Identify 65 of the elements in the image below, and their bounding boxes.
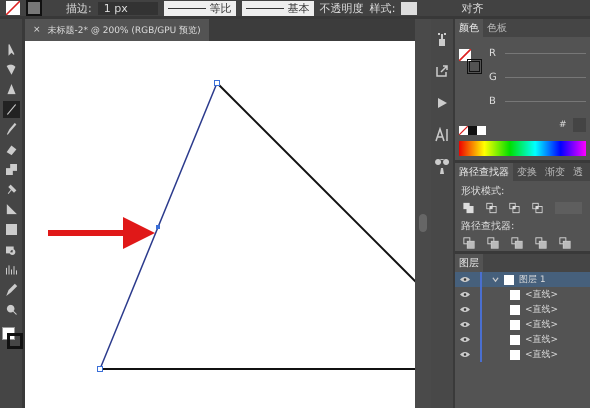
panel-tab[interactable]: 图层 xyxy=(455,254,483,272)
close-icon[interactable]: × xyxy=(33,25,41,35)
fill-swatch[interactable] xyxy=(6,1,20,15)
layer-name: <直线> xyxy=(525,304,558,316)
channel-label: G xyxy=(489,72,498,82)
eye-icon[interactable] xyxy=(460,276,470,283)
tool-icon[interactable] xyxy=(2,101,20,118)
layer-name: <直线> xyxy=(525,348,558,361)
eye-icon[interactable] xyxy=(460,306,470,313)
stroke-swatch[interactable] xyxy=(26,0,42,16)
fill-stroke-icon[interactable] xyxy=(459,49,481,75)
layer-row[interactable]: <直线> xyxy=(455,287,590,302)
eye-icon[interactable] xyxy=(460,351,470,358)
shape-mode-icon[interactable] xyxy=(532,202,543,214)
layer-row[interactable]: <直线> xyxy=(455,332,590,347)
style-swatch[interactable] xyxy=(401,2,418,14)
stroke-label: 描边: xyxy=(66,0,92,16)
midpoint-marker xyxy=(156,225,160,229)
align-label[interactable]: 对齐 xyxy=(461,0,484,16)
vertical-scrollbar[interactable] xyxy=(415,19,431,408)
layer-row[interactable]: 图层 1 xyxy=(455,272,590,287)
character-icon[interactable] xyxy=(434,127,450,143)
shape-modes-label: 形状模式: xyxy=(460,184,506,199)
stroke-weight-field[interactable]: 1 px xyxy=(98,2,158,14)
panel-tab[interactable]: 变换 xyxy=(513,163,541,181)
fill-stroke-icon[interactable] xyxy=(2,327,20,347)
color-swatches[interactable] xyxy=(459,126,489,135)
layer-row[interactable]: <直线> xyxy=(455,347,590,362)
brush-dropdown[interactable]: 基本 xyxy=(242,0,314,16)
layer-name: 图层 1 xyxy=(519,274,546,286)
document-tab[interactable]: × 未标题-2* @ 200% (RGB/GPU 预览) xyxy=(25,19,209,41)
disclosure-icon[interactable] xyxy=(492,276,499,283)
pathfinder-icon[interactable] xyxy=(463,237,475,249)
panel-tab[interactable]: 渐变 xyxy=(541,163,569,181)
shape-mode-icon[interactable] xyxy=(508,202,520,214)
eye-icon[interactable] xyxy=(460,291,470,298)
shape-mode-icon[interactable] xyxy=(486,202,497,214)
anchor-point[interactable] xyxy=(214,80,220,86)
pathfinder-icon[interactable] xyxy=(511,237,523,249)
layer-name: <直线> xyxy=(525,318,558,331)
pathfinder-icon[interactable] xyxy=(487,237,499,249)
panel-tab[interactable]: 颜色 xyxy=(455,19,483,37)
pathfinders-label: 路径查找器: xyxy=(460,220,516,234)
eye-icon[interactable] xyxy=(460,336,470,343)
opacity-label: 不透明度 xyxy=(320,0,364,16)
layer-row[interactable]: <直线> xyxy=(455,302,590,317)
layer-name: <直线> xyxy=(525,334,558,346)
shape-mode-icon[interactable] xyxy=(463,202,474,214)
panel-tab[interactable]: 路径查找器 xyxy=(455,163,513,181)
channel-label: B xyxy=(489,96,497,106)
document-title: 未标题-2* @ 200% (RGB/GPU 预览) xyxy=(48,24,201,36)
hex-label: # xyxy=(559,120,567,130)
panel-tab[interactable]: 透 xyxy=(569,163,587,181)
channel-label: R xyxy=(489,48,497,58)
profile-dropdown[interactable]: 等比 xyxy=(164,0,236,16)
export-icon[interactable] xyxy=(434,63,450,79)
pathfinder-icon[interactable] xyxy=(535,237,547,249)
anchor-point[interactable] xyxy=(97,366,103,372)
eye-icon[interactable] xyxy=(460,321,470,328)
style-label: 样式: xyxy=(370,0,396,16)
layer-name: <直线> xyxy=(525,288,558,301)
pathfinder-icon[interactable] xyxy=(559,237,571,249)
panel-tab[interactable]: 色板 xyxy=(483,19,511,37)
layer-row[interactable]: <直线> xyxy=(455,317,590,332)
color-spectrum[interactable] xyxy=(459,141,586,156)
